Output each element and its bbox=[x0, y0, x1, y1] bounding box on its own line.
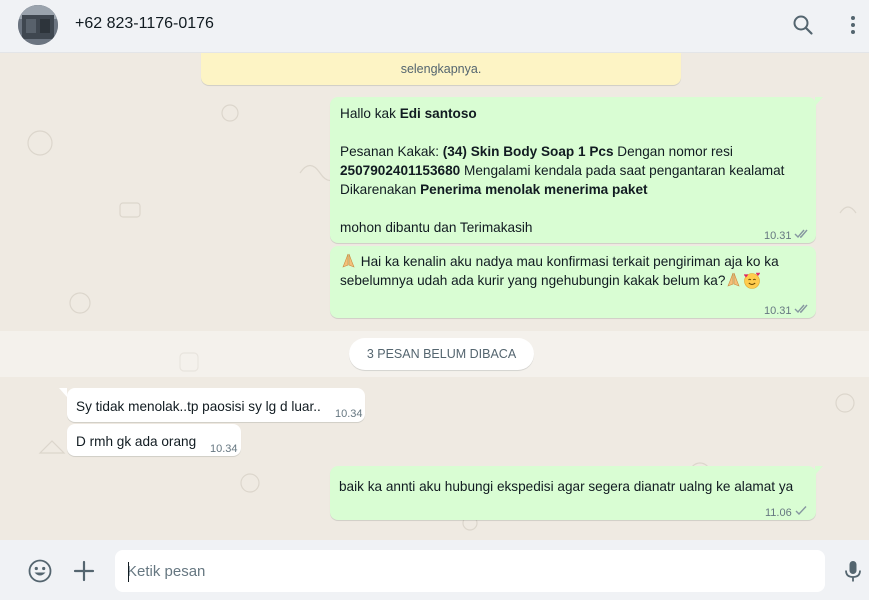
message-text: baik ka annti aku hubungi ekspedisi agar… bbox=[339, 479, 794, 494]
bubble-tail bbox=[815, 97, 823, 106]
contact-name[interactable]: +62 823-1176-0176 bbox=[75, 15, 214, 33]
double-check-icon bbox=[794, 304, 808, 314]
text-segment: Hallo kak bbox=[340, 106, 400, 121]
message-text: D rmh gk ada orang bbox=[76, 434, 197, 449]
folded-hands-emoji-icon bbox=[342, 253, 355, 268]
message-outgoing[interactable]: baik ka annti aku hubungi ekspedisi agar… bbox=[330, 466, 816, 520]
text-segment: sebelumnya udah ada kurir yang ngehubung… bbox=[340, 273, 726, 288]
text-caret bbox=[128, 562, 129, 582]
single-check-icon bbox=[795, 506, 807, 516]
bubble-tail bbox=[815, 466, 823, 475]
folded-hands-emoji-icon bbox=[727, 272, 740, 287]
search-icon[interactable] bbox=[791, 13, 815, 37]
reason-text: Penerima menolak menerima paket bbox=[420, 182, 648, 197]
message-text: Hai ka kenalin aku nadya mau konfirmasi … bbox=[330, 246, 816, 290]
message-time: 10.31 bbox=[764, 305, 792, 317]
emoji-icon[interactable] bbox=[27, 558, 53, 584]
message-outgoing[interactable]: Hallo kak Edi santoso Pesanan Kakak: (34… bbox=[330, 97, 816, 243]
message-composer-bar bbox=[0, 540, 869, 600]
contact-avatar[interactable] bbox=[18, 5, 58, 45]
text-segment: Dikarenakan bbox=[340, 182, 421, 197]
tracking-number: 2507902401153680 bbox=[340, 163, 461, 178]
message-time: 10.34 bbox=[335, 408, 363, 420]
plus-icon[interactable] bbox=[71, 558, 97, 584]
message-incoming[interactable]: D rmh gk ada orang 10.34 bbox=[67, 424, 241, 456]
message-outgoing[interactable]: Hai ka kenalin aku nadya mau konfirmasi … bbox=[330, 246, 816, 318]
message-text: Sy tidak menolak..tp paosisi sy lg d lua… bbox=[76, 399, 321, 414]
message-incoming[interactable]: Sy tidak menolak..tp paosisi sy lg d lua… bbox=[67, 388, 365, 422]
bubble-tail bbox=[59, 388, 67, 397]
text-segment: Dengan nomor resi bbox=[613, 144, 733, 159]
text-segment: mohon dibantu dan Terimakasih bbox=[340, 220, 533, 235]
kebab-menu-icon[interactable] bbox=[841, 13, 865, 37]
message-time: 10.31 bbox=[764, 230, 792, 242]
microphone-icon[interactable] bbox=[840, 558, 866, 584]
text-segment: Mengalami kendala pada saat pengantaran … bbox=[460, 163, 785, 178]
message-input-box[interactable] bbox=[115, 550, 825, 592]
text-segment: Pesanan Kakak: bbox=[340, 144, 443, 159]
message-time: 11.06 bbox=[765, 507, 792, 519]
chat-header: +62 823-1176-0176 bbox=[0, 0, 869, 53]
message-input[interactable] bbox=[127, 558, 807, 584]
message-list[interactable]: selengkapnya. Hallo kak Edi santoso Pesa… bbox=[0, 53, 869, 540]
system-notice[interactable]: selengkapnya. bbox=[201, 53, 681, 85]
product-name: (34) Skin Body Soap 1 Pcs bbox=[442, 144, 614, 159]
smiling-face-hearts-emoji-icon bbox=[744, 272, 761, 289]
message-text: Hallo kak Edi santoso Pesanan Kakak: (34… bbox=[330, 97, 816, 237]
double-check-icon bbox=[794, 229, 808, 239]
message-time: 10.34 bbox=[210, 443, 238, 455]
unread-messages-badge: 3 PESAN BELUM DIBACA bbox=[349, 338, 534, 370]
system-notice-text: selengkapnya. bbox=[400, 62, 482, 76]
customer-name: Edi santoso bbox=[399, 106, 477, 121]
text-segment: Hai ka kenalin aku nadya mau konfirmasi … bbox=[360, 254, 779, 269]
